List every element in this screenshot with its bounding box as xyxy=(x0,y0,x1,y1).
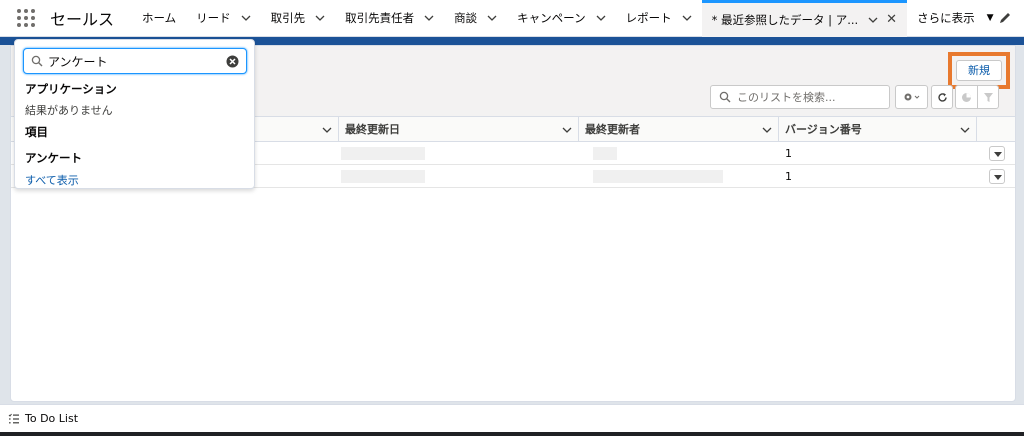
pencil-icon[interactable] xyxy=(998,11,1012,25)
column-label: 最終更新日 xyxy=(345,123,400,136)
redacted-cell xyxy=(593,147,617,160)
refresh-button[interactable] xyxy=(931,85,953,109)
charts-button[interactable] xyxy=(955,85,977,109)
tab-reports[interactable]: レポート xyxy=(616,0,702,37)
search-icon xyxy=(719,91,731,103)
refresh-icon xyxy=(937,92,947,102)
list-settings-button[interactable] xyxy=(895,85,928,109)
list-search-placeholder: このリストを検索... xyxy=(737,91,836,104)
tab-accounts[interactable]: 取引先 xyxy=(261,0,336,37)
close-icon[interactable]: ✕ xyxy=(886,12,897,27)
chevron-down-icon[interactable] xyxy=(322,125,332,135)
row-action-menu[interactable] xyxy=(989,146,1005,161)
global-search-input[interactable] xyxy=(48,54,218,68)
global-search-panel: アプリケーション 結果がありません 項目 アンケート すべて表示 xyxy=(14,39,255,189)
tab-home[interactable]: ホーム xyxy=(132,0,186,37)
tab-label: 取引先 xyxy=(270,11,306,25)
tab-label: レポート xyxy=(625,11,672,25)
chevron-down-icon[interactable] xyxy=(315,13,325,23)
version-cell: 1 xyxy=(785,147,792,160)
pie-chart-icon xyxy=(962,92,971,102)
tab-label: 取引先責任者 xyxy=(345,11,415,25)
redacted-cell xyxy=(341,170,425,183)
chevron-down-icon[interactable] xyxy=(562,125,572,135)
show-all-link[interactable]: すべて表示 xyxy=(25,172,79,188)
search-result-item[interactable]: アンケート xyxy=(25,150,82,166)
chevron-down-icon[interactable] xyxy=(762,125,772,135)
redacted-cell xyxy=(593,170,723,183)
tab-label: 商談 xyxy=(454,11,478,25)
todo-list-label[interactable]: To Do List xyxy=(25,412,78,425)
new-button[interactable]: 新規 xyxy=(956,60,1002,81)
global-search-field[interactable] xyxy=(23,48,247,74)
caret-down-icon: ▼ xyxy=(986,13,994,23)
column-header-last-modified-by[interactable]: 最終更新者 xyxy=(579,117,779,142)
app-name: セールス xyxy=(50,10,115,29)
column-header-last-modified-date[interactable]: 最終更新日 xyxy=(339,117,579,142)
search-icon xyxy=(31,55,43,67)
clear-icon[interactable] xyxy=(226,55,239,68)
tab-label: ホーム xyxy=(142,11,177,25)
filter-icon xyxy=(983,92,993,102)
items-heading: 項目 xyxy=(25,125,48,139)
new-button-highlight: 新規 xyxy=(948,52,1010,89)
column-header-version-number[interactable]: バージョン番号 xyxy=(779,117,977,142)
tab-campaigns[interactable]: キャンペーン xyxy=(507,0,615,37)
filter-button[interactable] xyxy=(977,85,999,109)
app-launcher-icon[interactable] xyxy=(17,9,35,27)
tab-label: * 最近参照したデータ | ア... xyxy=(711,12,859,27)
list-search-input[interactable]: このリストを検索... xyxy=(710,85,890,109)
applications-heading: アプリケーション xyxy=(25,82,117,96)
tab-label: リード xyxy=(196,11,231,25)
chevron-down-icon[interactable] xyxy=(487,13,497,23)
tab-opportunities[interactable]: 商談 xyxy=(444,0,507,37)
more-label: さらに表示 xyxy=(917,11,975,25)
version-cell: 1 xyxy=(785,170,792,183)
column-label: 最終更新者 xyxy=(585,123,640,136)
more-tabs-menu[interactable]: さらに表示 ▼ xyxy=(907,10,1003,26)
chevron-down-icon[interactable] xyxy=(241,13,251,23)
utility-bar: To Do List xyxy=(0,404,1024,432)
gear-icon xyxy=(904,93,919,101)
redacted-cell xyxy=(341,147,425,160)
todo-list-icon[interactable] xyxy=(8,413,20,425)
tab-recent-data[interactable]: * 最近参照したデータ | ア... ✕ xyxy=(701,0,908,37)
column-label: バージョン番号 xyxy=(785,123,862,136)
bottom-edge xyxy=(0,432,1024,436)
tab-leads[interactable]: リード xyxy=(186,0,261,37)
global-nav: セールス ホーム リード 取引先 取引先責任者 商談 キャンペーン レポート *… xyxy=(0,0,1024,37)
tab-contacts[interactable]: 取引先責任者 xyxy=(335,0,444,37)
no-results-text: 結果がありません xyxy=(25,104,113,117)
chevron-down-icon[interactable] xyxy=(424,13,434,23)
row-action-menu[interactable] xyxy=(989,169,1005,184)
chevron-down-icon[interactable] xyxy=(868,15,878,25)
chevron-down-icon[interactable] xyxy=(960,125,970,135)
chevron-down-icon[interactable] xyxy=(682,13,692,23)
chevron-down-icon[interactable] xyxy=(596,13,606,23)
tab-label: キャンペーン xyxy=(517,11,586,25)
